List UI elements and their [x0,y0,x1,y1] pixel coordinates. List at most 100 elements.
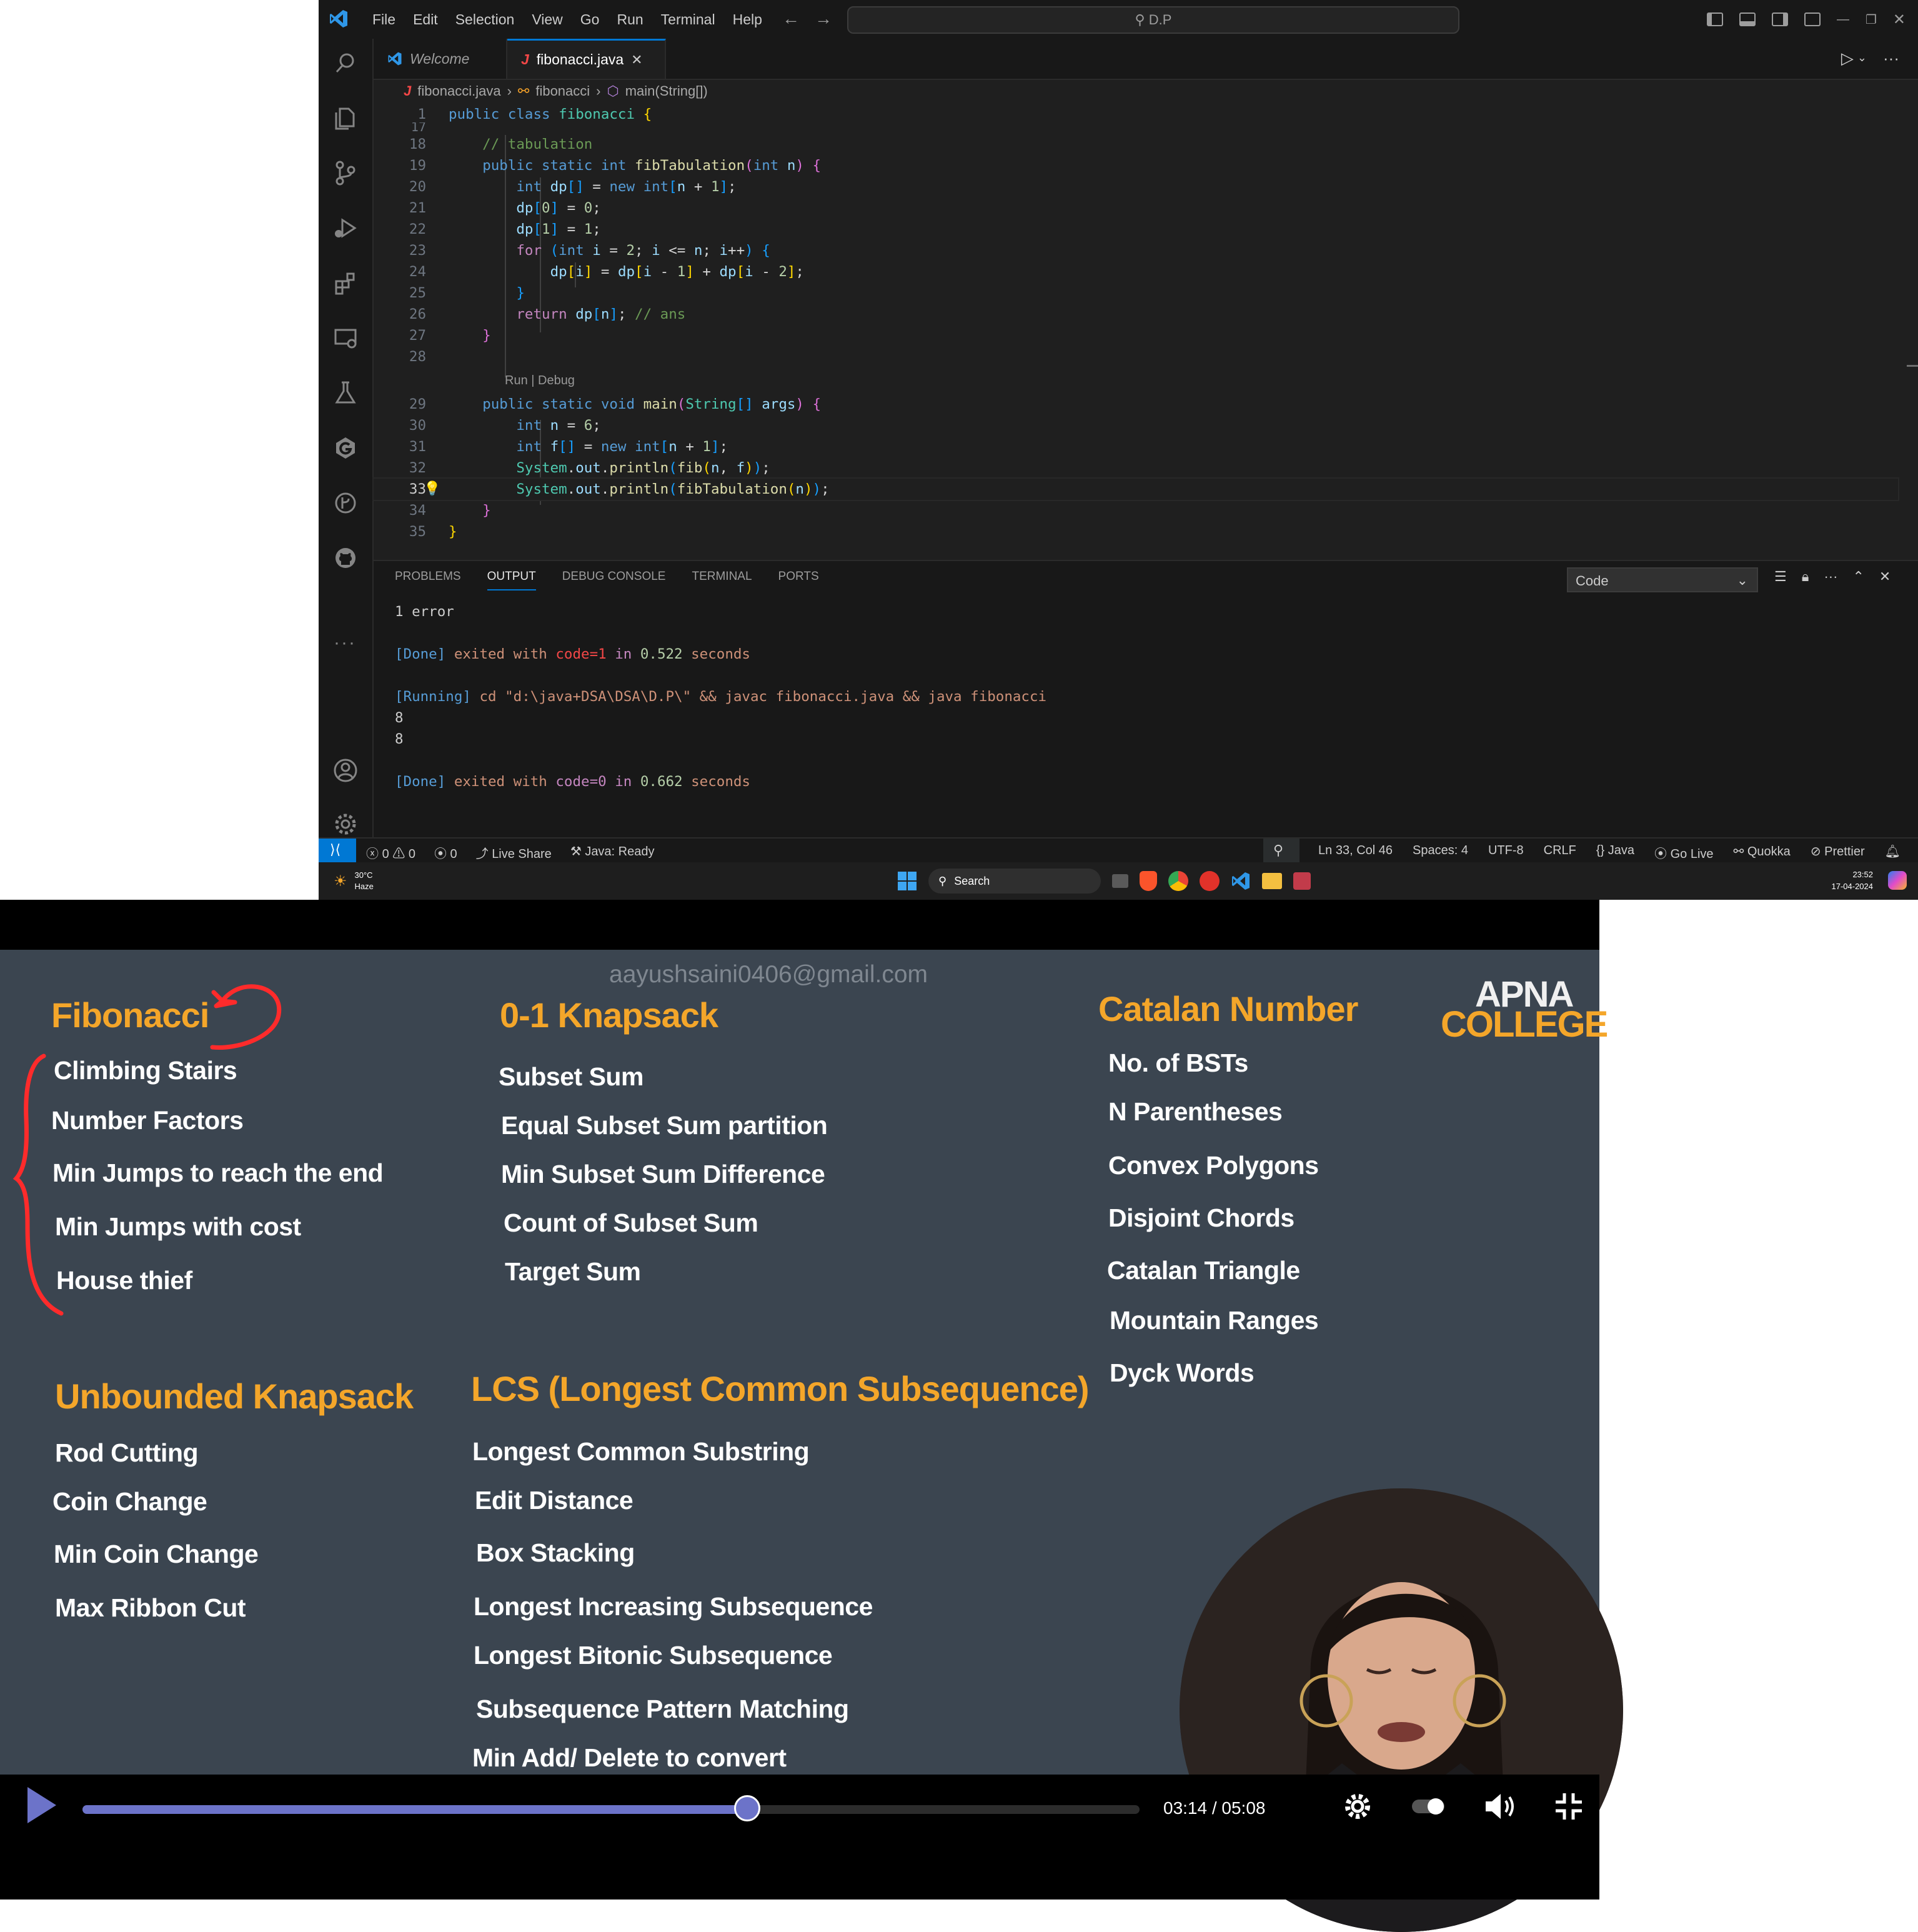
go-live[interactable]: ⦿ Go Live [1654,844,1714,862]
close-panel-icon[interactable]: ✕ [1879,569,1891,585]
taskbar-search[interactable]: ⚲ Search [928,869,1101,894]
code-line: 18 // tabulation [409,136,593,152]
maximize-panel-icon[interactable]: ⌃ [1852,569,1864,585]
github-icon[interactable] [331,544,360,572]
tab-welcome[interactable]: Welcome [374,39,507,79]
toggle-sidebar-icon[interactable] [1706,12,1723,26]
zoom-icon[interactable]: ⚲ [1263,839,1299,862]
output-log[interactable]: 1 error [Done] exited with code=1 in 0.5… [395,601,1046,792]
snipping-tool-icon[interactable] [1293,872,1311,890]
wps-office-icon[interactable] [1200,871,1220,891]
toggle-panel-icon[interactable] [1739,12,1756,26]
volume-icon[interactable] [1483,1791,1518,1822]
progress-knob[interactable] [734,1795,761,1821]
output-channel-select[interactable]: Code ⌄ [1567,567,1758,592]
weather-widget[interactable]: ☀ 30°C Haze [334,870,374,892]
tab-terminal[interactable]: TERMINAL [692,570,752,590]
task-view-icon[interactable] [1112,874,1128,888]
progress-bar[interactable] [82,1795,1140,1821]
code-line: 1 public class fibonacci { [417,106,652,122]
more-actions-icon[interactable]: ··· [1824,569,1837,585]
indentation[interactable]: Spaces: 4 [1413,844,1468,862]
more-actions-icon[interactable]: ··· [1883,49,1899,68]
remote-explorer-icon[interactable] [331,324,360,352]
windows-start-icon[interactable] [897,871,917,891]
menu-selection[interactable]: Selection [447,11,524,28]
ports-status[interactable]: ⦿ 0 [434,844,457,862]
menu-help[interactable]: Help [724,11,771,28]
clear-output-icon[interactable]: ☰ [1774,569,1787,585]
file-explorer-icon[interactable] [1262,873,1282,889]
java-file-icon: J [521,51,529,67]
line-ending[interactable]: CRLF [1544,844,1576,862]
notifications-bell-icon[interactable]: 🔔︎ [1885,844,1901,862]
extensions-icon[interactable] [331,269,360,297]
play-button-icon[interactable] [22,1783,60,1827]
vscode-taskbar-icon[interactable] [1231,871,1251,891]
chevron-down-icon[interactable]: ⌄ [1857,51,1867,68]
command-center-search[interactable]: ⚲ D.P [847,6,1459,34]
explorer-icon[interactable] [331,104,360,132]
minimize-icon[interactable]: — [1837,12,1849,27]
breadcrumb-method[interactable]: main(String[]) [625,83,708,99]
tab-problems[interactable]: PROBLEMS [395,570,461,590]
explorer-search-icon[interactable] [331,49,360,77]
playback-speed-icon[interactable] [1409,1791,1447,1822]
tab-debug-console[interactable]: DEBUG CONSOLE [562,570,666,590]
chrome-icon[interactable] [1168,871,1188,891]
brave-icon[interactable] [1140,871,1157,891]
live-share-status[interactable]: ⤴ Live Share [476,844,552,862]
prettier[interactable]: ⊘ Prettier [1811,844,1865,862]
breadcrumb-file[interactable]: fibonacci.java [417,83,500,99]
output-line-blank [395,622,1046,644]
toggle-secondary-sidebar-icon[interactable] [1771,12,1788,26]
quokka[interactable]: ⚯ Quokka [1734,844,1791,862]
watermark-email: aayushsaini0406@gmail.com [609,961,928,988]
panel-tabs: PROBLEMS OUTPUT DEBUG CONSOLE TERMINAL P… [395,570,819,590]
more-views-icon[interactable]: ··· [334,632,356,654]
menu-edit[interactable]: Edit [404,11,447,28]
menu-terminal[interactable]: Terminal [652,11,724,28]
lock-scroll-icon[interactable]: 🔒︎ [1802,569,1809,585]
annotation-curved-arrow [210,984,282,1050]
menu-file[interactable]: File [364,11,404,28]
menu-view[interactable]: View [523,11,571,28]
tab-output[interactable]: OUTPUT [487,570,536,590]
restore-icon[interactable]: ❐ [1866,12,1877,27]
taskbar-clock[interactable]: 23:52 17-04-2024 [1832,869,1874,892]
exit-fullscreen-icon[interactable] [1554,1791,1583,1822]
testing-icon[interactable] [331,379,360,407]
settings-gear-icon[interactable] [1342,1791,1373,1822]
list-item: No. of BSTs [1108,1048,1248,1077]
menu-run[interactable]: Run [608,11,652,28]
source-control-icon[interactable] [331,159,360,187]
breadcrumb-class[interactable]: fibonacci [535,83,590,99]
run-debug-icon[interactable] [331,214,360,242]
back-arrow-icon[interactable]: ← [782,9,800,29]
gitlens-icon[interactable] [331,434,360,462]
cursor-position[interactable]: Ln 33, Col 46 [1318,844,1393,862]
problems-status[interactable]: ⓧ 0 ⚠ 0 [366,844,415,862]
java-file-icon: J [404,83,412,99]
tab-fibonacci-java[interactable]: J fibonacci.java ✕ [507,39,666,79]
gitlens-inspect-icon[interactable] [331,489,360,517]
scrollbar[interactable] [1907,104,1918,560]
code-editor[interactable]: 1 public class fibonacci { 17 18 // tabul… [372,104,1906,560]
tab-ports[interactable]: PORTS [778,570,819,590]
java-status[interactable]: ⚒ Java: Ready [570,844,655,862]
codelens-run-debug[interactable]: Run | Debug [505,374,575,388]
code-line: 32 System.out.println(fib(n, f)); [409,460,770,476]
language-mode[interactable]: {} Java [1596,844,1634,862]
close-tab-icon[interactable]: ✕ [631,52,642,68]
copilot-icon[interactable] [1888,871,1907,890]
run-icon[interactable]: ▷ [1841,49,1854,68]
settings-gear-icon[interactable] [331,810,360,839]
menu-go[interactable]: Go [572,11,609,28]
close-window-icon[interactable]: ✕ [1893,11,1906,29]
accounts-icon[interactable] [331,756,360,785]
remote-indicator[interactable]: ⟩⟨ [319,839,356,862]
lightbulb-icon[interactable]: 💡 [424,479,440,500]
customize-layout-icon[interactable] [1804,12,1821,26]
encoding[interactable]: UTF-8 [1488,844,1524,862]
forward-arrow-icon[interactable]: → [815,9,832,29]
